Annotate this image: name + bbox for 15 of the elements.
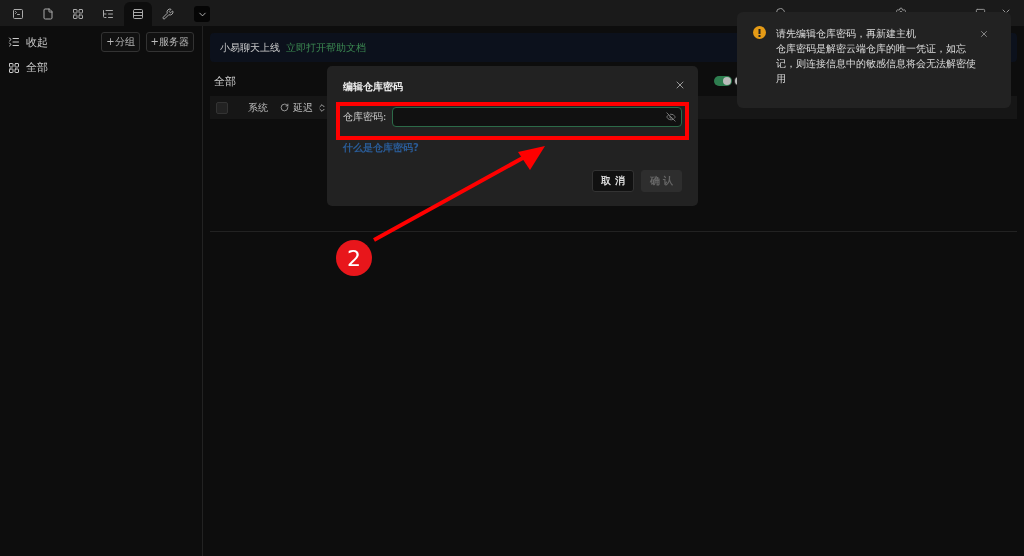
column-header: 延迟: [293, 100, 313, 115]
step-number: 2: [336, 240, 372, 276]
add-group-button[interactable]: +分组: [101, 32, 140, 52]
help-link[interactable]: 立即打开帮助文档: [286, 40, 366, 55]
sidebar-item[interactable]: 全部: [26, 60, 48, 75]
toast-message: 仓库密码是解密云端仓库的唯一凭证，如忘记，则连接信息中的敏感信息将会无法解密使用: [776, 42, 976, 86]
page-title: 全部: [214, 73, 236, 89]
banner-text: 小易聊天上线: [220, 40, 280, 55]
dialog-title: 编辑仓库密码: [343, 80, 403, 94]
collapse-label[interactable]: 收起: [26, 34, 48, 50]
field-label: 仓库密码:: [343, 110, 387, 124]
add-server-button[interactable]: +服务器: [145, 32, 194, 52]
toast-title: 请先编辑仓库密码，再新建主机: [776, 27, 917, 41]
cancel-button[interactable]: 取 消: [592, 170, 634, 192]
column-header: 系统: [248, 100, 268, 115]
